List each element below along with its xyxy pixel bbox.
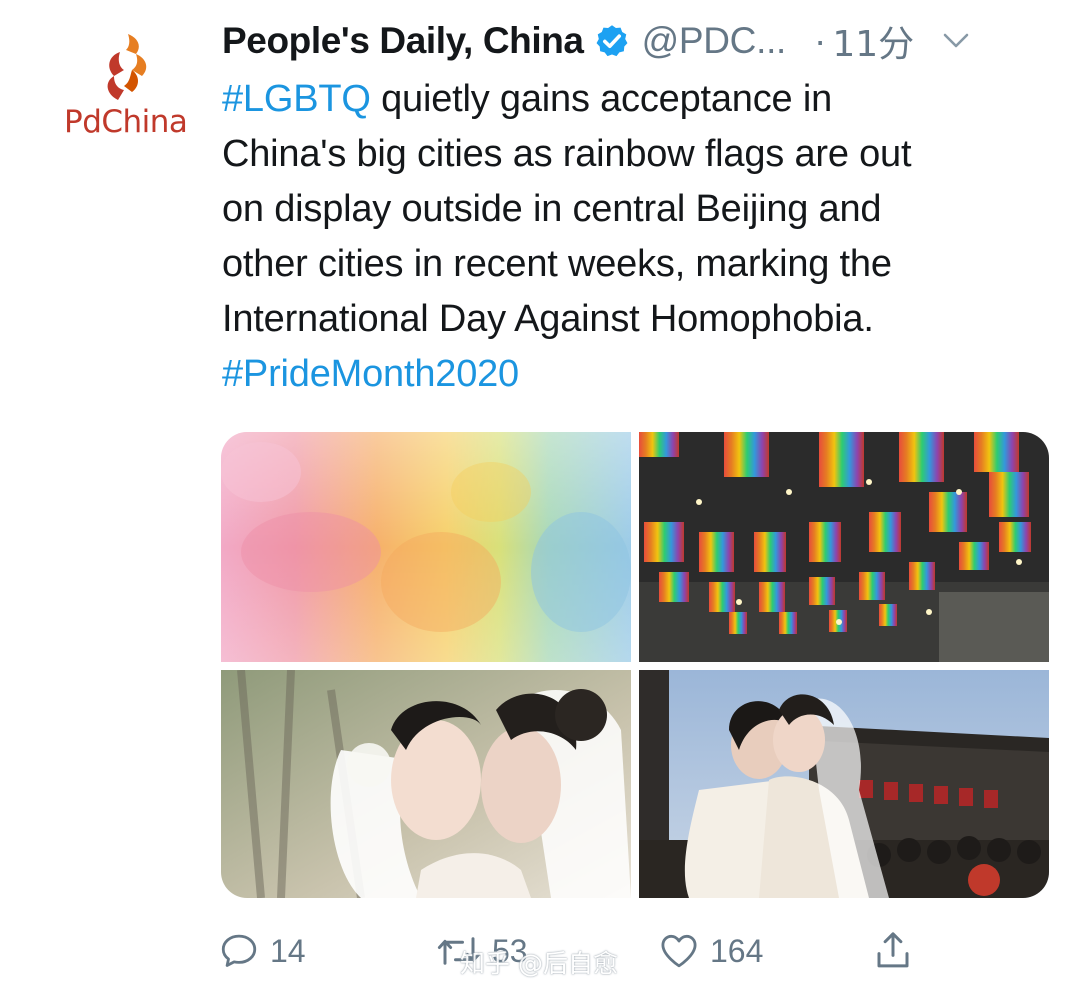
verified-badge-icon [596, 25, 628, 57]
watermark: 知乎 @后自愈 [460, 949, 618, 978]
tweet-line-2: China's big cities as rainbow flags are … [222, 133, 912, 175]
brides-embracing-street-image[interactable] [639, 670, 1049, 898]
hashtag-link[interactable]: #LGBTQ [222, 78, 371, 120]
like-count: 164 [710, 932, 764, 969]
display-name[interactable]: People's Daily, China [222, 20, 584, 62]
share-icon [877, 932, 909, 968]
media-grid [221, 432, 1049, 898]
tweet-line-3: on display outside in central Beijing an… [222, 188, 882, 230]
timestamp[interactable]: 11分 [832, 15, 914, 67]
reply-icon [221, 934, 257, 967]
tweet-header: People's Daily, China @PDC... · 11分 [222, 14, 1062, 68]
watercolor-rainbow-image[interactable] [221, 432, 631, 662]
rainbow-bunting-flags-image[interactable] [639, 432, 1049, 662]
like-button[interactable]: 164 [658, 926, 763, 976]
tweet-line-1: #LGBTQ quietly gains acceptance in [222, 78, 833, 120]
brides-kissing-image[interactable] [221, 670, 631, 898]
tweet-line-4: other cities in recent weeks, marking th… [222, 243, 892, 285]
tweet-line-5: International Day Against Homophobia. [222, 298, 874, 340]
reply-count: 14 [270, 932, 306, 969]
heart-icon [661, 934, 697, 968]
avatar[interactable]: PdChina [52, 22, 202, 152]
pdchina-logo-icon [107, 34, 147, 100]
share-button[interactable] [872, 926, 914, 976]
tweet-text: #LGBTQ quietly gains acceptance in China… [222, 72, 1042, 402]
chevron-down-icon[interactable] [942, 31, 970, 51]
handle[interactable]: @PDC... [642, 20, 787, 62]
hashtag-link[interactable]: #PrideMonth2020 [222, 353, 519, 395]
tweet-line-6: #PrideMonth2020 [222, 347, 1042, 402]
separator-dot: · [814, 20, 827, 61]
reply-button[interactable]: 14 [218, 926, 306, 976]
avatar-wordmark: PdChina [64, 104, 188, 140]
